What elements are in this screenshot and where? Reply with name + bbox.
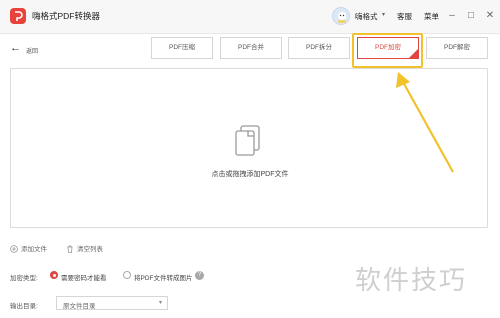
help-icon[interactable]: ? — [195, 271, 204, 280]
output-directory-value: 原文件目录 — [63, 303, 96, 310]
trash-icon — [67, 245, 73, 254]
watermark: 软件技巧 — [355, 265, 468, 295]
chevron-down-icon: ▾ — [158, 300, 162, 306]
output-directory-select[interactable]: 原文件目录 ▾ — [56, 296, 168, 310]
output-directory-label: 输出目录: — [10, 303, 38, 310]
radio-convert-to-image[interactable] — [123, 271, 131, 279]
add-file-button[interactable]: 添加文件 — [10, 243, 47, 254]
add-circle-icon — [10, 245, 18, 254]
clear-list-button[interactable]: 清空列表 — [66, 243, 103, 254]
radio-password-required[interactable] — [50, 271, 58, 279]
encrypt-type-label: 加密类型: — [10, 275, 38, 282]
clear-list-label: 清空列表 — [77, 246, 103, 253]
add-file-label: 添加文件 — [21, 246, 47, 253]
radio-password-required-label[interactable]: 需要密码才能看 — [61, 272, 107, 282]
radio-convert-to-image-label[interactable]: 将PDF文件转成图片 — [134, 272, 193, 282]
